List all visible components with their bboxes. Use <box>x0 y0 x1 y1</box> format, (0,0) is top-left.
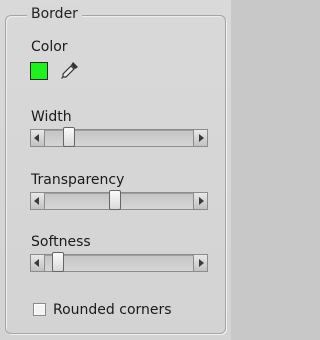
width-label: Width <box>31 109 72 125</box>
width-slider[interactable] <box>30 127 208 147</box>
rounded-corners-checkbox[interactable] <box>33 303 46 316</box>
transparency-slider[interactable] <box>30 190 208 210</box>
softness-increase-arrow[interactable] <box>193 255 207 271</box>
color-swatch[interactable] <box>30 62 48 80</box>
border-panel: Border Color Width Transparency Softness… <box>0 0 231 340</box>
width-decrease-arrow[interactable] <box>31 130 45 146</box>
eyedropper-icon[interactable] <box>60 60 80 80</box>
softness-label: Softness <box>31 234 91 250</box>
transparency-decrease-arrow[interactable] <box>31 193 45 209</box>
softness-slider-thumb[interactable] <box>51 252 64 272</box>
rounded-corners-label[interactable]: Rounded corners <box>53 301 172 319</box>
transparency-slider-thumb[interactable] <box>108 190 121 210</box>
color-label: Color <box>31 39 68 55</box>
group-title: Border <box>27 5 82 23</box>
width-slider-thumb[interactable] <box>62 127 75 147</box>
softness-slider[interactable] <box>30 252 208 272</box>
transparency-increase-arrow[interactable] <box>193 193 207 209</box>
transparency-label: Transparency <box>31 172 125 188</box>
width-increase-arrow[interactable] <box>193 130 207 146</box>
softness-decrease-arrow[interactable] <box>31 255 45 271</box>
